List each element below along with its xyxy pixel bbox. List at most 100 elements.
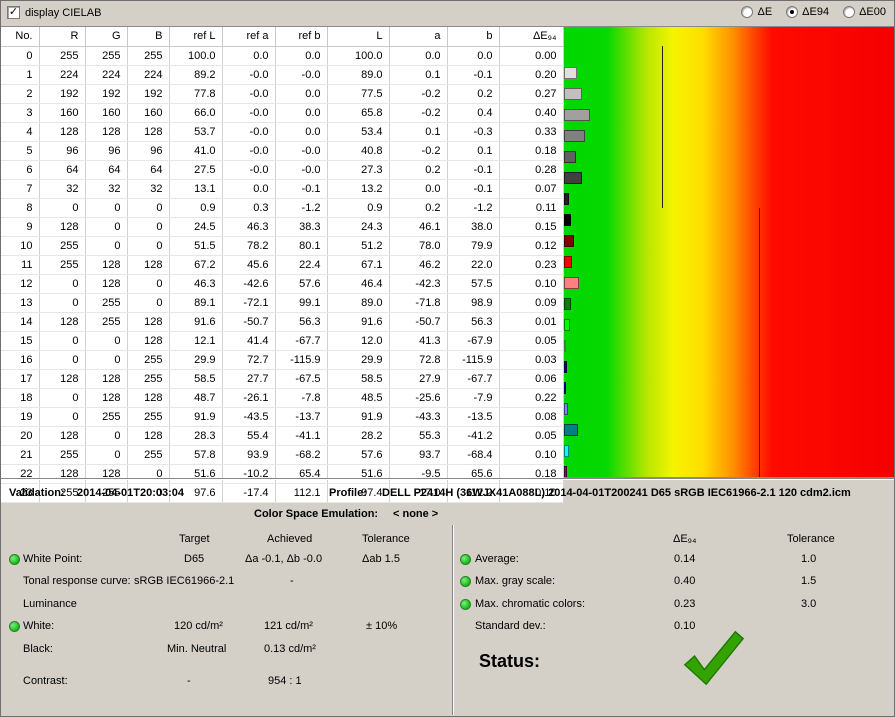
table-cell: 1 (1, 65, 40, 85)
black-achieved: 0.13 cd/m² (264, 643, 316, 655)
profile-name: DELL P2414H (36WJX41A088L) 2014-04-01T20… (382, 487, 851, 499)
table-cell: -43.3 (389, 407, 448, 427)
chart-row (563, 340, 895, 358)
table-row[interactable]: 16 0 0 255 29.9 72.7 -115.9 29.9 72.8 -115.9 0.03 (1, 350, 564, 370)
table-cell: -43.5 (222, 407, 276, 427)
table-row[interactable]: 12 0 128 0 46.3 -42.6 57.6 46.4 -42.3 57.5 0.10 (1, 274, 564, 294)
table-cell: 80.1 (275, 236, 328, 256)
delta-e-bar (563, 466, 567, 477)
table-row[interactable]: 4 128 128 128 53.7 -0.0 0.0 53.4 0.1 -0.3 0.33 (1, 122, 564, 142)
table-row[interactable]: 13 0 255 0 89.1 -72.1 99.1 89.0 -71.8 98.9 0.09 (1, 293, 564, 313)
table-cell: 0 (39, 331, 86, 351)
validation-panel: Validation: 2014-04-01T20:03:04 Profile:… (1, 478, 894, 716)
table-cell: -50.7 (389, 312, 448, 332)
table-cell: 27.5 (169, 160, 223, 180)
table-row[interactable]: 17 128 128 255 58.5 27.7 -67.5 58.5 27.9 -67.7 0.0… (1, 369, 564, 389)
col-header-tolerance: Tolerance (362, 533, 410, 545)
chart-row (563, 235, 895, 253)
table-cell: -13.5 (447, 407, 500, 427)
column-header[interactable]: b (447, 27, 500, 47)
chart-row (563, 214, 895, 232)
table-row[interactable]: 10 255 0 0 51.5 78.2 80.1 51.2 78.0 79.9 0.12 (1, 236, 564, 256)
column-header[interactable]: No. (1, 27, 40, 47)
column-header[interactable]: ref L (169, 27, 223, 47)
gray-tolerance-line (661, 46, 663, 208)
table-cell: 0.9 (169, 198, 223, 218)
table-row[interactable]: 1 224 224 224 89.2 -0.0 -0.0 89.0 0.1 -0.1 0.20 (1, 65, 564, 85)
table-cell: 48.5 (327, 388, 390, 408)
radio-delta-e[interactable]: ΔE (741, 6, 772, 18)
table-cell: -0.3 (447, 122, 500, 142)
table-row[interactable]: 2 192 192 192 77.8 -0.0 0.0 77.5 -0.2 0.2 0.27 (1, 84, 564, 104)
table-cell: 0.9 (327, 198, 390, 218)
col-header-achieved: Achieved (267, 533, 313, 545)
radio-delta-e00[interactable]: ΔE00 (843, 6, 886, 18)
table-cell: 0 (85, 198, 128, 218)
max-chromatic-tolerance: 3.0 (801, 598, 817, 610)
table-cell: 65.8 (327, 103, 390, 123)
white-label: White: (23, 620, 55, 632)
column-header[interactable]: a (389, 27, 448, 47)
table-cell: 89.0 (327, 65, 390, 85)
table-row[interactable]: 6 64 64 64 27.5 -0.0 -0.0 27.3 0.2 -0.1 0.28 (1, 160, 564, 180)
table-cell: -1.2 (275, 198, 328, 218)
luminance-label: Luminance (23, 598, 77, 610)
delta-e-bar (563, 298, 571, 310)
table-cell: 91.9 (169, 407, 223, 427)
table-cell: -71.8 (389, 293, 448, 313)
table-row[interactable]: 8 0 0 0 0.9 0.3 -1.2 0.9 0.2 -1.2 0.11 (1, 198, 564, 218)
table-cell: 46.1 (389, 217, 448, 237)
table-cell: 38.3 (275, 217, 328, 237)
chart-row (563, 172, 895, 190)
table-cell: 0 (127, 274, 170, 294)
table-cell: 0 (39, 198, 86, 218)
delta-e-chart-rows (563, 46, 895, 477)
table-cell: 0.27 (499, 84, 564, 104)
chart-row (563, 193, 895, 211)
column-header[interactable]: B (127, 27, 170, 47)
table-row[interactable]: 11 255 128 128 67.2 45.6 22.4 67.1 46.2 22.0 0.23 (1, 255, 564, 275)
column-header[interactable]: R (39, 27, 86, 47)
column-header[interactable]: ref a (222, 27, 276, 47)
table-cell: 45.6 (222, 255, 276, 275)
table-cell: -0.0 (222, 84, 276, 104)
checkmark-icon: ✓ (8, 6, 19, 18)
table-row[interactable]: 21 255 0 255 57.8 93.9 -68.2 57.6 93.7 -68.4 0.10 (1, 445, 564, 465)
column-header[interactable]: ref b (275, 27, 328, 47)
table-row[interactable]: 19 0 255 255 91.9 -43.5 -13.7 91.9 -43.3 -13.5 0.0… (1, 407, 564, 427)
table-cell: 128 (39, 217, 86, 237)
checkbox-icon[interactable]: ✓ (7, 6, 20, 19)
table-row[interactable]: 3 160 160 160 66.0 -0.0 0.0 65.8 -0.2 0.4 0.40 (1, 103, 564, 123)
table-row[interactable]: 20 128 0 128 28.3 55.4 -41.1 28.2 55.3 -41.2 0.05 (1, 426, 564, 446)
table-row[interactable]: 5 96 96 96 41.0 -0.0 -0.0 40.8 -0.2 0.1 0.18 (1, 141, 564, 161)
table-cell: 89.0 (327, 293, 390, 313)
column-header[interactable]: G (85, 27, 128, 47)
chart-row (563, 424, 895, 442)
table-cell: 46.3 (222, 217, 276, 237)
table-cell: -0.0 (222, 122, 276, 142)
table-cell: 15 (1, 331, 40, 351)
table-cell: 255 (39, 46, 86, 66)
table-row[interactable]: 18 0 128 128 48.7 -26.1 -7.8 48.5 -25.6 -7.9 0.22 (1, 388, 564, 408)
radio-delta-e94[interactable]: ΔE94 (786, 6, 829, 18)
chart-row (564, 46, 895, 64)
table-cell: 28.3 (169, 426, 223, 446)
chart-row (563, 466, 895, 477)
table-cell: 128 (39, 312, 86, 332)
black-label: Black: (23, 643, 53, 655)
column-header[interactable]: L (327, 27, 390, 47)
pass-indicator (9, 621, 20, 632)
table-row[interactable]: 14 128 255 128 91.6 -50.7 56.3 91.6 -50.7 56.3 0.0… (1, 312, 564, 332)
delta-e-bar (563, 277, 579, 289)
table-row[interactable]: 7 32 32 32 13.1 0.0 -0.1 13.2 0.0 -0.1 0.07 (1, 179, 564, 199)
table-row[interactable]: 0 255 255 255 100.0 0.0 0.0 100.0 0.0 0.0 0.00 (1, 46, 564, 66)
table-row[interactable]: 9 128 0 0 24.5 46.3 38.3 24.3 46.1 38.0 0.15 (1, 217, 564, 237)
column-header[interactable]: ΔE₉₄ (499, 27, 564, 47)
table-cell: -42.3 (389, 274, 448, 294)
display-cielab-checkbox[interactable]: ✓ display CIELAB (7, 6, 101, 19)
std-dev-label: Standard dev.: (475, 620, 546, 632)
table-row[interactable]: 15 0 0 128 12.1 41.4 -67.7 12.0 41.3 -67.9 0.05 (1, 331, 564, 351)
table-cell: 3 (1, 103, 40, 123)
table-cell: -0.0 (275, 160, 328, 180)
toolbar: ✓ display CIELAB ΔE ΔE94 ΔE00 (1, 1, 894, 26)
